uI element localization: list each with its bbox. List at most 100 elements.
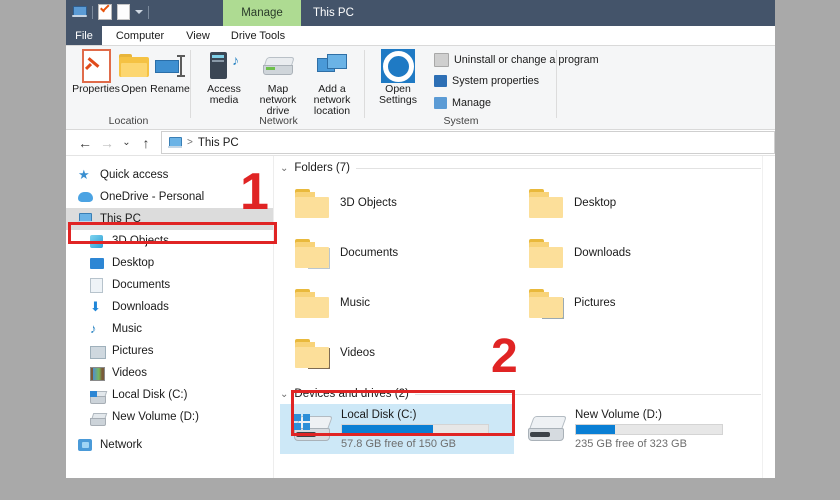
music-folder-icon: ♪ bbox=[294, 288, 330, 319]
vertical-scrollbar[interactable] bbox=[762, 156, 775, 478]
group-divider-1 bbox=[190, 50, 191, 118]
access-media-button[interactable]: ♪ Access media bbox=[196, 50, 252, 106]
folders-section-header[interactable]: ⌄ Folders (7) bbox=[274, 156, 775, 178]
window-title: This PC bbox=[313, 7, 354, 19]
drive-usage-bar bbox=[575, 423, 723, 435]
breadcrumb-this-pc[interactable]: This PC bbox=[198, 137, 239, 149]
folder-tile-desktop[interactable]: Desktop bbox=[514, 178, 748, 228]
tab-computer[interactable]: Computer bbox=[109, 26, 171, 45]
folder-name: Pictures bbox=[574, 297, 616, 309]
open-settings-button[interactable]: Open Settings bbox=[372, 49, 424, 106]
uninstall-icon bbox=[434, 53, 449, 67]
ribbon-group-system: Open Settings Uninstall or change a prog… bbox=[366, 46, 606, 129]
sidebar-label: Local Disk (C:) bbox=[112, 389, 188, 401]
manage-icon bbox=[434, 97, 447, 109]
tab-file[interactable]: File bbox=[66, 26, 102, 45]
cloud-icon bbox=[78, 190, 93, 204]
sidebar-item-network[interactable]: Network bbox=[66, 434, 273, 456]
drives-grid: Local Disk (C:) 57.8 GB free of 150 GB N… bbox=[274, 404, 775, 454]
drive-tile-local-disk-c[interactable]: Local Disk (C:) 57.8 GB free of 150 GB bbox=[280, 404, 514, 454]
group-label-location: Location bbox=[108, 115, 149, 127]
uninstall-program-item[interactable]: Uninstall or change a program bbox=[434, 53, 599, 67]
folder-tile-3d-objects[interactable]: 3D Objects bbox=[280, 178, 514, 228]
sidebar-item-pictures[interactable]: Pictures bbox=[66, 340, 273, 362]
properties-check-icon[interactable] bbox=[98, 4, 112, 20]
up-button[interactable]: ↑ bbox=[135, 132, 157, 154]
map-network-drive-button[interactable]: Map network drive bbox=[250, 50, 306, 117]
sidebar-label: Documents bbox=[112, 279, 171, 291]
sidebar-item-3d-objects[interactable]: 3D Objects bbox=[66, 230, 273, 252]
drive-name: Local Disk (C:) bbox=[341, 408, 417, 421]
folder-tile-videos[interactable]: Videos bbox=[280, 328, 514, 378]
drives-section-header[interactable]: ⌄ Devices and drives (2) bbox=[274, 382, 775, 404]
system-properties-item[interactable]: System properties bbox=[434, 75, 539, 87]
sidebar-label: This PC bbox=[100, 213, 141, 225]
sidebar-item-local-disk-c[interactable]: Local Disk (C:) bbox=[66, 384, 273, 406]
toolbar-divider-2 bbox=[148, 5, 149, 19]
group-divider-2 bbox=[364, 50, 365, 118]
breadcrumb-separator: > bbox=[187, 137, 193, 148]
folder-name: Desktop bbox=[574, 197, 617, 209]
sidebar-label: Network bbox=[100, 439, 143, 451]
tab-drive-tools[interactable]: Drive Tools bbox=[224, 26, 292, 45]
back-button[interactable]: ← bbox=[74, 132, 96, 154]
local-disk-icon bbox=[90, 390, 108, 404]
sidebar-item-music[interactable]: ♪ Music bbox=[66, 318, 273, 340]
tab-view[interactable]: View bbox=[176, 26, 220, 45]
desktop-icon bbox=[90, 256, 105, 270]
folder-tile-documents[interactable]: Documents bbox=[280, 228, 514, 278]
sidebar-label: OneDrive - Personal bbox=[100, 191, 205, 203]
map-network-drive-label: Map network drive bbox=[259, 83, 297, 117]
folder-name: Documents bbox=[340, 247, 399, 259]
sidebar-item-videos[interactable]: Videos bbox=[66, 362, 273, 384]
gear-icon bbox=[381, 49, 415, 83]
chevron-down-icon[interactable]: ⌄ bbox=[280, 389, 288, 400]
content-pane: ⌄ Folders (7) 3D Objects Desktop Documen… bbox=[274, 156, 775, 478]
drive-free-space: 57.8 GB free of 150 GB bbox=[341, 437, 456, 450]
drive-info: New Volume (D:) 235 GB free of 323 GB bbox=[575, 409, 723, 450]
drive-free-space: 235 GB free of 323 GB bbox=[575, 437, 687, 450]
downloads-icon: ⬇ bbox=[90, 299, 101, 314]
folder-tile-downloads[interactable]: ⬇ Downloads bbox=[514, 228, 748, 278]
manage-item[interactable]: Manage bbox=[434, 97, 491, 109]
contextual-tab-manage[interactable]: Manage bbox=[223, 0, 301, 26]
sidebar-item-downloads[interactable]: ⬇ Downloads bbox=[66, 296, 273, 318]
folder-tile-pictures[interactable]: Pictures bbox=[514, 278, 748, 328]
open-settings-label: Open Settings bbox=[379, 83, 417, 106]
sidebar-label: 3D Objects bbox=[112, 235, 169, 247]
documents-icon bbox=[90, 278, 105, 293]
sidebar-label: Quick access bbox=[100, 169, 169, 181]
local-disk-drive-icon bbox=[292, 414, 333, 444]
recent-locations-button[interactable]: ⌄ bbox=[118, 132, 135, 154]
ribbon-tab-strip: File Computer View Drive Tools bbox=[66, 26, 775, 46]
sidebar-item-documents[interactable]: Documents bbox=[66, 274, 273, 296]
system-properties-label: System properties bbox=[452, 75, 540, 87]
forward-button[interactable]: → bbox=[96, 132, 118, 154]
drive-usage-bar bbox=[341, 423, 489, 435]
file-explorer-window: Manage This PC File Computer View Drive … bbox=[66, 0, 775, 478]
ribbon-group-location: Properties Open Rename Location bbox=[66, 46, 191, 129]
folder-tile-music[interactable]: ♪ Music bbox=[280, 278, 514, 328]
pictures-folder-icon bbox=[528, 288, 564, 319]
network-icon bbox=[78, 438, 93, 452]
annotation-number-1: 1 bbox=[240, 163, 269, 221]
folder-name: Music bbox=[340, 297, 371, 309]
add-network-location-button[interactable]: Add a network location bbox=[304, 50, 360, 117]
sidebar-item-new-volume-d[interactable]: New Volume (D:) bbox=[66, 406, 273, 428]
group-label-system: System bbox=[443, 115, 479, 127]
sidebar-item-desktop[interactable]: Desktop bbox=[66, 252, 273, 274]
customize-caret-icon[interactable] bbox=[135, 10, 143, 14]
videos-folder-icon bbox=[294, 338, 330, 369]
drive-icon bbox=[526, 414, 567, 444]
toolbar-divider bbox=[92, 5, 93, 19]
chevron-down-icon[interactable]: ⌄ bbox=[280, 163, 288, 174]
this-pc-icon[interactable] bbox=[72, 5, 87, 19]
sidebar-label: Pictures bbox=[112, 345, 154, 357]
breadcrumb[interactable]: > This PC bbox=[161, 131, 775, 154]
paste-icon[interactable] bbox=[117, 4, 130, 20]
drive-icon bbox=[90, 412, 108, 426]
title-bar: Manage This PC bbox=[66, 0, 775, 26]
drive-tile-new-volume-d[interactable]: New Volume (D:) 235 GB free of 323 GB bbox=[514, 404, 748, 454]
group-divider-3 bbox=[556, 50, 557, 118]
folder-name: Downloads bbox=[574, 247, 631, 259]
